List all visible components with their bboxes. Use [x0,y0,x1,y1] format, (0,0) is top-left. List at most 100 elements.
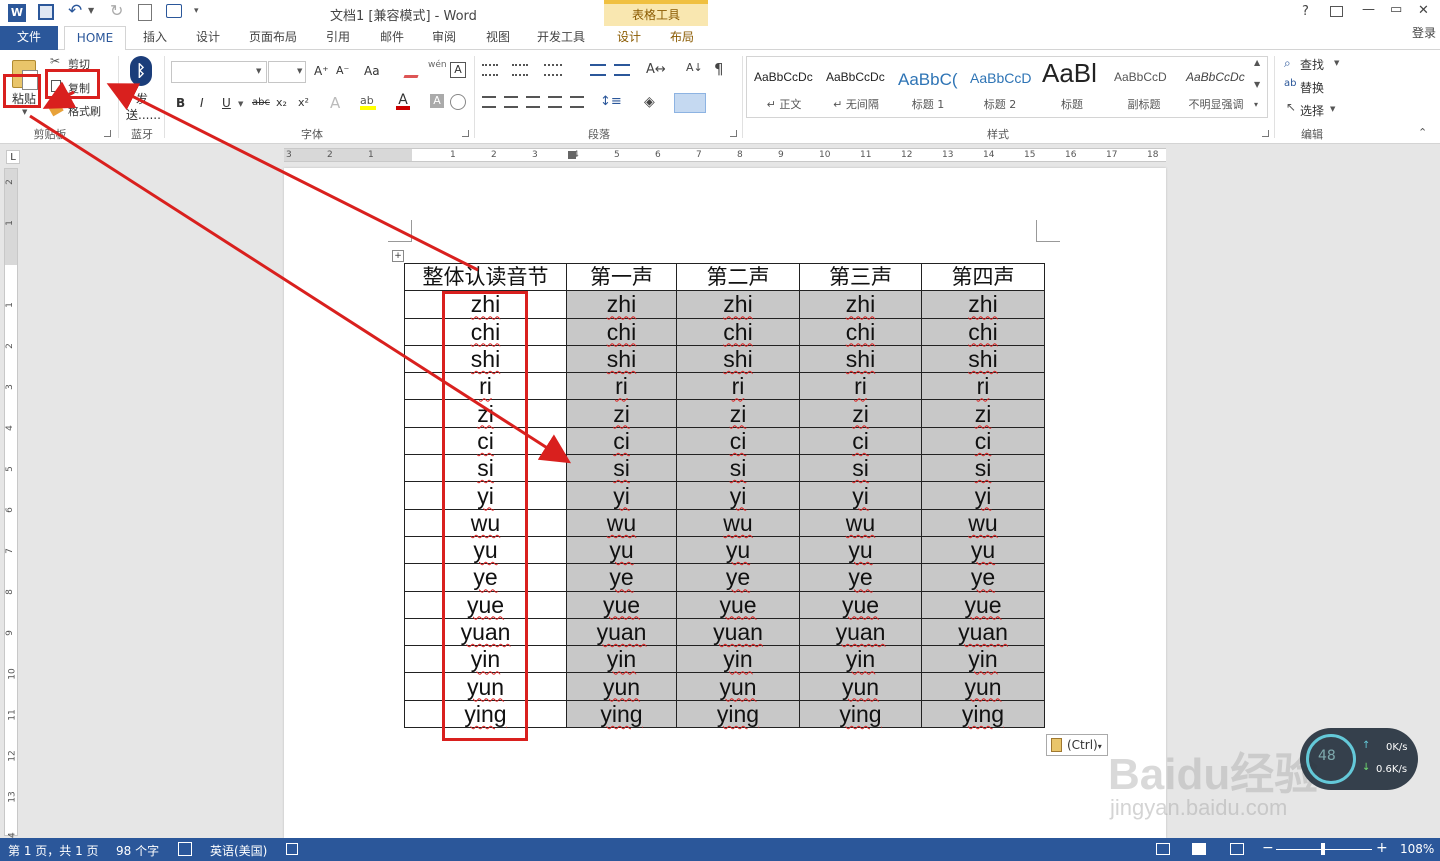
tone-cell[interactable]: zi [566,399,677,428]
align-center-icon[interactable] [504,96,518,108]
tone-cell[interactable]: ying [921,699,1045,729]
table-header-cell[interactable]: 第二声 [676,262,800,292]
tone-cell[interactable]: ri [566,372,677,401]
minimize-button[interactable]: — [1362,2,1375,17]
tone-cell[interactable]: ye [676,563,800,592]
clipboard-launcher-icon[interactable] [104,130,111,137]
tone-cell[interactable]: chi [566,317,677,346]
bold-button[interactable]: B [176,96,185,110]
shrink-font-button[interactable]: A⁻ [336,64,349,77]
chinese-layout-icon[interactable]: A↔ [646,62,666,77]
tone-cell[interactable]: yu [566,535,677,565]
read-mode-icon[interactable] [1156,843,1170,855]
touch-mode-icon[interactable] [166,4,182,18]
line-spacing-icon[interactable]: ↕≡ [600,94,622,109]
tone-cell[interactable]: si [566,454,677,483]
save-icon[interactable] [38,4,54,20]
ribbon-display-options-icon[interactable] [1330,6,1343,17]
styles-more-icon[interactable]: ▾ [1254,100,1258,109]
find-dropdown-icon[interactable]: ▼ [1334,59,1339,67]
tab-view[interactable]: 视图 [478,26,518,50]
paste-options-button[interactable]: (Ctrl)▾ [1046,734,1108,756]
tab-developer[interactable]: 开发工具 [530,26,592,50]
tone-cell[interactable]: yi [676,481,800,510]
tone-cell[interactable]: yun [921,672,1045,701]
word-count[interactable]: 98 个字 [116,842,159,859]
style-item[interactable]: AaBbC(标题 1 [892,58,964,116]
italic-button[interactable]: I [200,96,204,110]
tone-cell[interactable]: yun [799,672,922,701]
tone-cell[interactable]: wu [799,508,922,537]
select-dropdown-icon[interactable]: ▼ [1330,105,1335,113]
align-left-icon[interactable] [482,96,496,108]
numbering-icon[interactable] [512,64,528,76]
justify-icon[interactable] [548,96,562,108]
font-name-input[interactable] [171,61,267,83]
text-effects-icon[interactable]: A [330,94,340,112]
tone-cell[interactable]: ye [921,563,1045,592]
tone-cell[interactable]: si [799,454,922,483]
tab-review[interactable]: 审阅 [424,26,464,50]
multilevel-list-icon[interactable] [544,64,562,76]
macro-record-icon[interactable] [286,843,298,855]
tone-cell[interactable]: shi [566,344,677,374]
replace-button[interactable]: 替换 [1300,79,1324,96]
tab-mailings[interactable]: 邮件 [372,26,412,50]
vertical-ruler[interactable]: 211234567891011121314 [4,168,18,844]
undo-dropdown-icon[interactable]: ▼ [88,6,94,15]
proofing-icon[interactable] [178,842,192,856]
table-header-cell[interactable]: 整体认读音节 [404,262,567,292]
tone-cell[interactable]: chi [921,317,1045,346]
paragraph-launcher-icon[interactable] [730,130,737,137]
clear-format-icon[interactable] [403,64,423,78]
web-layout-icon[interactable] [1230,843,1244,855]
shading-icon[interactable]: ◈ [644,94,655,110]
strikethrough-button[interactable]: abc [252,97,270,108]
tone-cell[interactable]: yuan [921,617,1045,647]
table-header-cell[interactable]: 第四声 [921,262,1045,292]
tone-cell[interactable]: ye [799,563,922,592]
font-color-icon[interactable]: A [396,92,410,110]
tone-cell[interactable]: ye [566,563,677,592]
tab-design[interactable]: 设计 [188,26,228,50]
network-speed-widget[interactable]: 48 ↑ 0K/s ↓ 0.6K/s [1300,728,1418,790]
tone-cell[interactable]: yu [921,535,1045,565]
word-app-icon[interactable]: W [8,4,26,22]
style-item[interactable]: AaBbCcD 副标题 [1108,58,1180,116]
underline-button[interactable]: U [222,96,231,110]
tone-cell[interactable]: yue [921,590,1045,619]
tone-cell[interactable]: yin [799,645,922,674]
tone-cell[interactable]: yi [566,481,677,510]
tone-cell[interactable]: ci [799,426,922,456]
tab-file[interactable]: 文件 [0,26,58,50]
zoom-in-button[interactable]: + [1376,840,1388,856]
tone-cell[interactable]: yue [566,590,677,619]
tone-cell[interactable]: yuan [676,617,800,647]
tone-cell[interactable]: zhi [799,290,922,319]
tone-cell[interactable]: wu [566,508,677,537]
tone-cell[interactable]: yu [799,535,922,565]
paste-dropdown-icon[interactable]: ▼ [22,108,27,116]
borders-icon[interactable] [674,93,706,113]
style-item[interactable]: AaBbCcD 标题 2 [964,58,1036,116]
bluetooth-icon[interactable]: ᛒ [130,56,152,86]
styles-launcher-icon[interactable] [1262,130,1269,137]
tone-cell[interactable]: shi [676,344,800,374]
style-item[interactable]: AaBbCcDc 不明显强调 [1180,58,1252,116]
tone-cell[interactable]: yun [566,672,677,701]
tone-cell[interactable]: zhi [921,290,1045,319]
font-size-dropdown-icon[interactable]: ▼ [297,67,302,75]
increase-indent-icon[interactable] [614,64,630,76]
format-painter-button[interactable]: 格式刷 [68,103,101,119]
tone-cell[interactable]: ci [566,426,677,456]
tone-cell[interactable]: yue [676,590,800,619]
styles-scroll-up-icon[interactable]: ▲ [1254,58,1260,67]
subscript-button[interactable]: x₂ [276,96,287,109]
tab-references[interactable]: 引用 [318,26,358,50]
tone-cell[interactable]: zhi [566,290,677,319]
tone-cell[interactable]: yin [566,645,677,674]
tone-cell[interactable]: zi [921,399,1045,428]
char-shading-icon[interactable]: A [430,94,444,108]
show-marks-icon[interactable]: ¶ [714,60,724,78]
tone-cell[interactable]: yi [921,481,1045,510]
